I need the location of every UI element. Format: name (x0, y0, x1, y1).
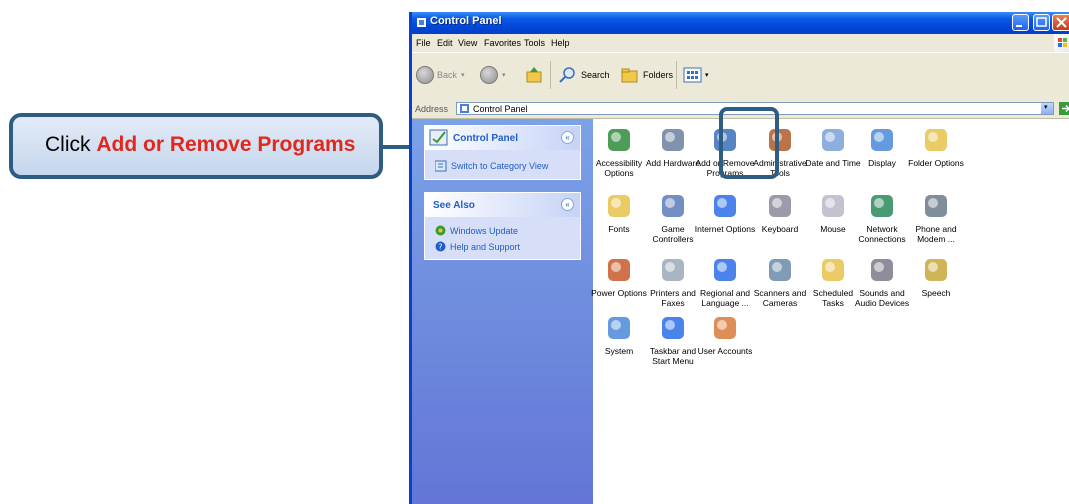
search-icon (559, 67, 575, 83)
menu-edit[interactable]: Edit (437, 38, 453, 48)
callout-highlight: Add or Remove Programs (96, 133, 356, 156)
users-icon (714, 317, 736, 339)
mouse-icon (822, 195, 844, 217)
maximize-button[interactable] (1033, 14, 1050, 31)
search-label: Search (581, 70, 610, 80)
control-panel-item[interactable]: Phone and Modem ... (904, 190, 968, 244)
callout-prefix: Click (45, 133, 97, 156)
control-panel-item-label: Speech (921, 288, 951, 298)
close-button[interactable] (1052, 14, 1069, 31)
forward-dropdown-icon: ▾ (502, 72, 506, 79)
switch-category-view-link[interactable]: Switch to Category View (435, 160, 548, 172)
back-dropdown-icon: ▾ (461, 72, 465, 79)
collapse-chevron-icon[interactable]: « (561, 131, 574, 144)
category-view-icon (435, 160, 447, 172)
accessibility-icon (608, 129, 630, 151)
fonts-folder-icon (608, 195, 630, 217)
control-panel-item[interactable]: Folder Options (904, 124, 968, 168)
regional-globe-icon (714, 259, 736, 281)
control-panel-section: Control Panel « Switch to Category View (424, 125, 581, 180)
back-arrow-icon (416, 66, 434, 84)
speaker-icon (871, 259, 893, 281)
see-also-section-title: See Also (433, 200, 475, 211)
control-panel-section-header[interactable]: Control Panel « (425, 126, 580, 150)
minimize-icon (1016, 25, 1022, 27)
control-panel-item-label: User Accounts (697, 346, 753, 356)
display-icon (871, 129, 893, 151)
menu-help[interactable]: Help (551, 38, 570, 48)
close-icon (1056, 17, 1067, 28)
views-dropdown-icon: ▾ (705, 72, 709, 79)
printer-icon (662, 259, 684, 281)
menu-tools[interactable]: Tools (524, 38, 545, 48)
control-panel-small-icon (417, 18, 426, 27)
back-label: Back (437, 70, 458, 80)
menu-file[interactable]: File (416, 38, 431, 48)
control-panel-item-label: Phone and Modem ... (915, 224, 957, 244)
address-dropdown-button[interactable]: ▾ (1041, 103, 1053, 114)
scanner-icon (769, 259, 791, 281)
windows-update-link[interactable]: Windows Update (435, 225, 518, 236)
folder-options-icon (925, 129, 947, 151)
joystick-icon (662, 195, 684, 217)
views-button[interactable]: ▾ (683, 63, 709, 87)
control-panel-address-icon (460, 104, 469, 113)
maximize-icon (1036, 17, 1047, 27)
folders-button[interactable]: Folders (620, 63, 673, 87)
collapse-chevron-icon[interactable]: « (561, 198, 574, 211)
add-remove-programs-highlight (719, 107, 779, 179)
phone-icon (925, 195, 947, 217)
windows-update-icon (435, 225, 446, 236)
standard-toolbar: Back ▾ ▾ Search Folders ▾ (412, 52, 1069, 102)
task-pane: Control Panel « Switch to Category View … (412, 119, 593, 504)
control-panel-large-icon (429, 129, 448, 146)
power-icon (608, 259, 630, 281)
back-button[interactable]: Back ▾ (416, 63, 465, 87)
see-also-section-header[interactable]: See Also « (425, 193, 580, 217)
title-bar: Control Panel (412, 12, 1069, 34)
menu-view[interactable]: View (458, 38, 477, 48)
forward-arrow-icon (480, 66, 498, 84)
windows-logo-icon (1054, 34, 1069, 52)
minimize-button[interactable] (1012, 14, 1029, 31)
scheduled-tasks-icon (822, 259, 844, 281)
control-panel-item[interactable]: User Accounts (693, 312, 757, 356)
views-grid-icon (683, 67, 702, 83)
taskbar-icon (662, 317, 684, 339)
menu-bar: File Edit View Favorites Tools Help (412, 34, 1069, 52)
add-hardware-icon (662, 129, 684, 151)
see-also-section: See Also « Windows Update ? Help and Sup… (424, 192, 581, 260)
windows-update-label: Windows Update (450, 225, 519, 236)
up-folder-button[interactable] (524, 63, 544, 87)
speech-icon (925, 259, 947, 281)
up-folder-icon (526, 67, 542, 83)
control-panel-items: Accessibility Options Add Hardware Add or … (591, 119, 1069, 504)
globe-icon (714, 195, 736, 217)
network-icon (871, 195, 893, 217)
help-icon: ? (435, 241, 446, 252)
control-panel-window: Control Panel File Edit View Favorites T… (409, 12, 1069, 504)
help-support-link[interactable]: ? Help and Support (435, 241, 520, 252)
control-panel-item[interactable]: Speech (904, 254, 968, 298)
window-title: Control Panel (430, 15, 502, 27)
folders-label: Folders (643, 70, 674, 80)
address-label: Address (415, 104, 449, 114)
go-button[interactable]: Go (1059, 102, 1069, 115)
system-icon (608, 317, 630, 339)
svg-text:?: ? (438, 243, 442, 252)
address-value: Control Panel (473, 104, 528, 114)
forward-button[interactable]: ▾ (480, 63, 506, 87)
switch-category-view-label: Switch to Category View (451, 161, 549, 171)
control-panel-item-label: Folder Options (908, 158, 964, 168)
clock-icon (822, 129, 844, 151)
help-support-label: Help and Support (450, 241, 521, 252)
keyboard-icon (769, 195, 791, 217)
folders-icon (621, 68, 638, 83)
control-panel-section-title: Control Panel (453, 133, 519, 144)
chevron-down-icon: ▾ (1044, 104, 1048, 111)
go-arrow-icon (1059, 102, 1069, 115)
instruction-callout: Click Add or Remove Programs (9, 113, 383, 179)
search-button[interactable]: Search (558, 63, 610, 87)
menu-favorites[interactable]: Favorites (484, 38, 521, 48)
